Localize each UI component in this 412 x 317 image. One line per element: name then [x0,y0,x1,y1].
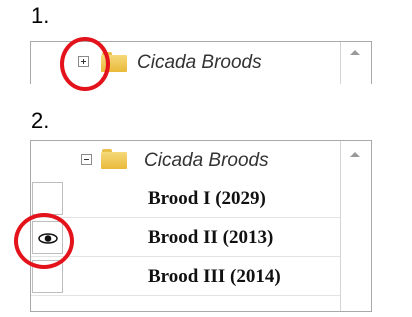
chevron-up-icon[interactable] [350,50,360,55]
step-1-label: 1. [31,3,50,28]
folder-name[interactable]: Cicada Broods [137,52,262,74]
layer-tree-panel-step-2: Cicada Broods Brood I (2029) Brood II (2… [30,140,372,312]
layer-row[interactable]: Brood II (2013) [31,220,341,257]
collapse-icon[interactable] [81,154,92,165]
layer-name: Brood I (2029) [148,188,266,209]
scrollbar[interactable] [340,141,371,311]
visibility-toggle[interactable] [32,182,63,215]
layer-row[interactable]: Brood III (2014) [31,259,341,296]
layer-name: Brood II (2013) [148,227,274,248]
scrollbar[interactable] [340,42,371,84]
folder-name[interactable]: Cicada Broods [144,150,269,172]
step-2-label: 2. [31,108,50,133]
folder-icon [101,149,127,169]
highlight-circle-expand [60,37,110,91]
chevron-up-icon[interactable] [350,152,360,157]
layer-name: Brood III (2014) [148,266,281,287]
highlight-circle-visibility [14,213,74,269]
layer-row[interactable]: Brood I (2029) [31,181,341,218]
